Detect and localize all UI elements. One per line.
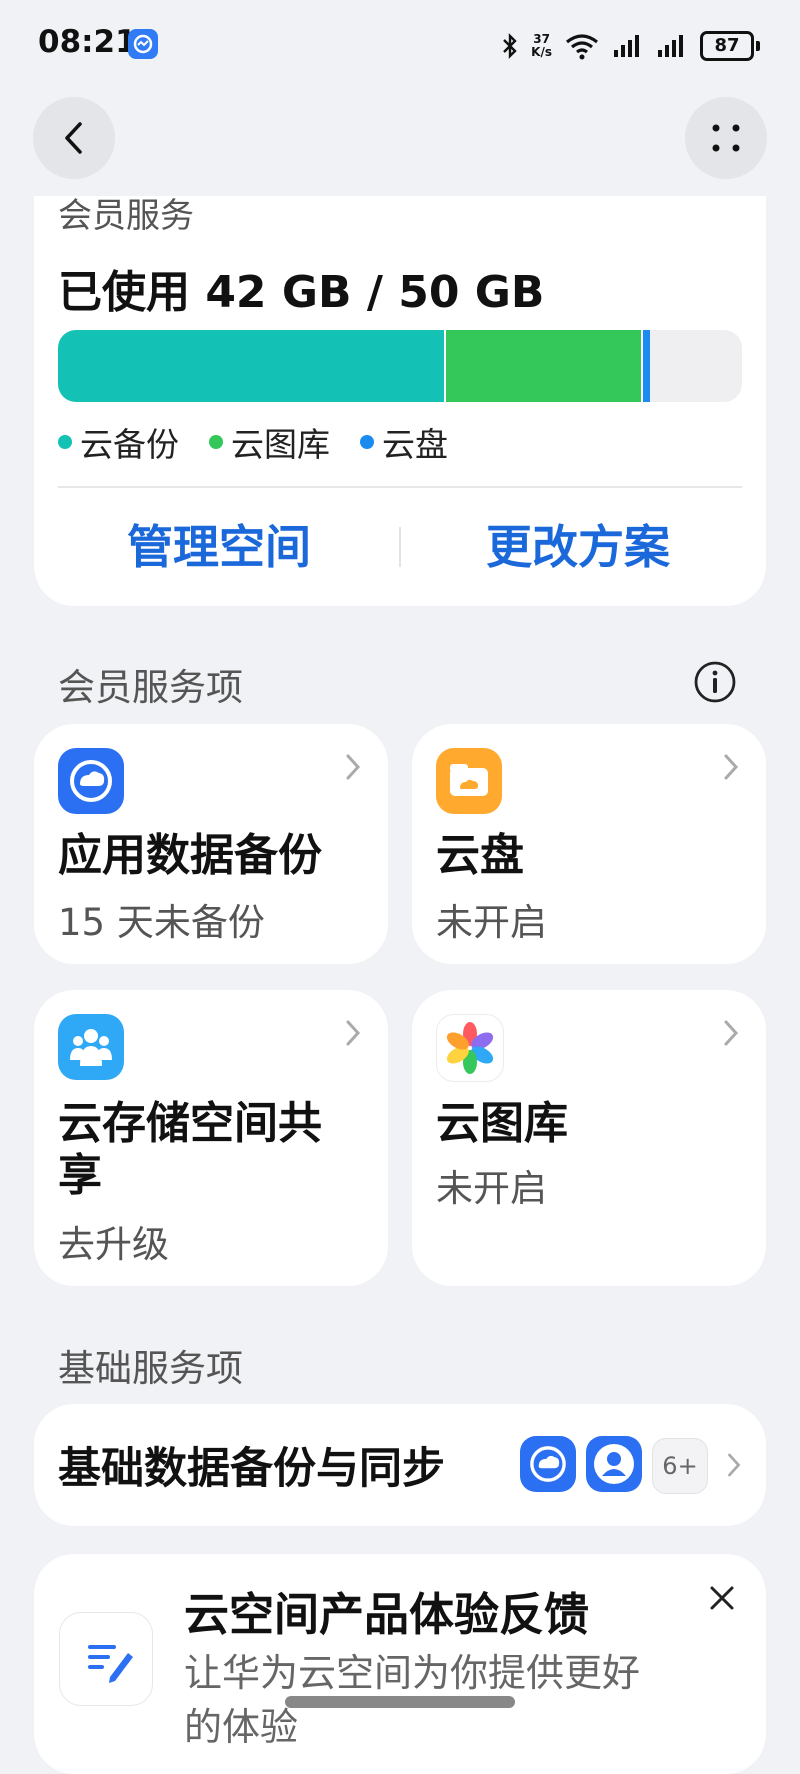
service-tile-app-backup[interactable]: 应用数据备份 15 天未备份 [34,724,388,964]
back-button[interactable] [33,97,115,179]
family-share-icon [58,1014,124,1080]
status-bar: 08:21 37 K/s 87 [0,0,800,92]
chevron-right-icon [346,754,361,780]
more-options-button[interactable] [685,97,767,179]
status-time: 08:21 [38,24,137,60]
storage-legend: 云备份 云图库 云盘 [58,418,448,466]
chevron-right-icon [728,1453,741,1477]
member-section-title: 会员服务项 [58,666,243,709]
service-tile-storage-share[interactable]: 云存储空间共享 去升级 [34,990,388,1286]
status-indicators: 37 K/s 87 [501,26,760,66]
legend-dot [209,435,223,449]
manage-space-button[interactable]: 管理空间 [127,511,311,577]
battery-level: 87 [700,31,754,61]
storage-actions: 管理空间 更改方案 [34,501,766,591]
usage-segment-backup [58,330,445,402]
tile-status: 未开启 [436,1167,547,1210]
chevron-right-icon [346,1020,361,1046]
wifi-icon [566,34,598,60]
cloud-drive-icon [436,748,502,814]
usage-segment-drive [641,330,651,402]
feedback-title: 云空间产品体验反馈 [184,1588,590,1641]
chevron-right-icon [724,1020,739,1046]
feedback-edit-icon [59,1612,153,1706]
action-separator [399,527,401,567]
tile-name: 云图库 [436,1098,568,1149]
usage-segment-gallery [444,330,644,402]
tile-name: 云盘 [436,830,524,881]
tile-status: 去升级 [58,1223,169,1266]
basic-row-label: 基础数据备份与同步 [58,1444,445,1494]
grid-dots-icon [712,124,740,152]
app-backup-icon [520,1436,576,1492]
gallery-icon [436,1014,504,1082]
contacts-icon [586,1436,642,1492]
service-tile-cloud-drive[interactable]: 云盘 未开启 [412,724,766,964]
home-indicator[interactable] [285,1696,515,1708]
legend-dot [58,435,72,449]
storage-usage-text: 已使用 42 GB / 50 GB [58,267,545,318]
legend-item: 云盘 [360,418,448,466]
app-notification-icon [128,29,158,59]
tile-status: 未开启 [436,901,547,944]
basic-section-title: 基础服务项 [58,1347,243,1390]
storage-usage-bar [58,330,742,402]
legend-dot [360,435,374,449]
app-backup-icon [58,748,124,814]
tile-name: 云存储空间共享 [58,1098,322,1201]
section-title-cut: 会员服务 [58,196,194,236]
close-icon[interactable] [708,1584,736,1612]
legend-item: 云图库 [209,418,330,466]
signal-icon-2 [658,35,683,57]
battery-icon: 87 [700,31,760,61]
info-icon[interactable] [693,660,737,704]
service-tile-gallery[interactable]: 云图库 未开启 [412,990,766,1286]
chevron-right-icon [724,754,739,780]
basic-backup-sync-row[interactable]: 基础数据备份与同步 6+ [34,1404,766,1526]
legend-item: 云备份 [58,418,179,466]
more-count-badge: 6+ [652,1438,708,1494]
bluetooth-icon [503,33,517,59]
tile-status: 15 天未备份 [58,901,265,944]
feedback-card[interactable]: 云空间产品体验反馈 让华为云空间为你提供更好的体验 [34,1554,766,1774]
tile-name: 应用数据备份 [58,830,322,881]
storage-card: 会员服务 已使用 42 GB / 50 GB 云备份 云图库 云盘 管理空间 更… [34,196,766,606]
change-plan-button[interactable]: 更改方案 [486,511,670,577]
net-speed: 37 K/s [531,32,552,59]
divider [58,486,742,488]
signal-icon [614,35,639,57]
chevron-left-icon [65,122,82,154]
